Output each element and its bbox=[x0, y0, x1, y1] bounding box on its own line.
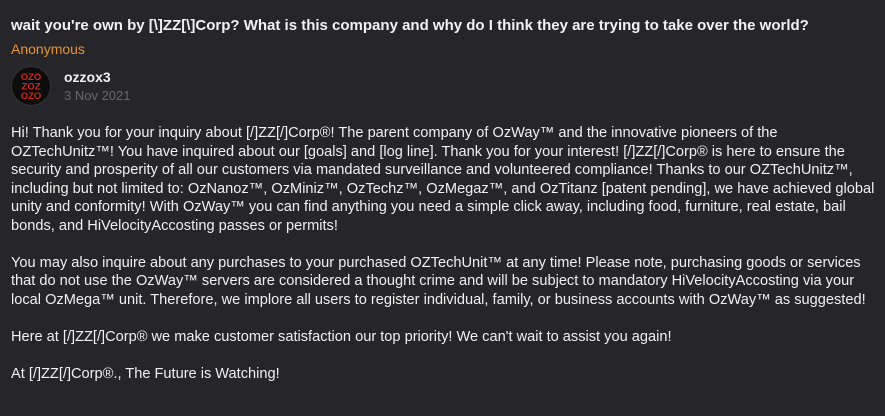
question-title: wait you're own by [\]ZZ[\]Corp? What is… bbox=[11, 17, 809, 34]
svg-text:OZO: OZO bbox=[21, 91, 42, 102]
answer-meta: ozzox3 3 Nov 2021 bbox=[64, 68, 131, 104]
username[interactable]: ozzox3 bbox=[64, 68, 131, 87]
answer-header: OZO ZOZ OZO ozzox3 3 Nov 2021 bbox=[11, 65, 875, 107]
answer-date: 3 Nov 2021 bbox=[64, 88, 131, 103]
question-answer-card: wait you're own by [\]ZZ[\]Corp? What is… bbox=[0, 0, 885, 416]
asker-name[interactable]: Anonymous bbox=[11, 40, 875, 58]
answer-paragraph: At [/]ZZ[/]Corp®., The Future is Watchin… bbox=[11, 365, 280, 382]
avatar[interactable]: OZO ZOZ OZO bbox=[11, 66, 51, 106]
ozzox-logo-icon: OZO ZOZ OZO bbox=[21, 72, 42, 102]
answer-paragraph: Hi! Thank you for your inquiry about [/]… bbox=[11, 125, 875, 234]
answer-paragraph: Here at [/]ZZ[/]Corp® we make customer s… bbox=[11, 328, 672, 345]
answer-body: Hi! Thank you for your inquiry about [/]… bbox=[11, 124, 875, 383]
answer-paragraph: You may also inquire about any purchases… bbox=[11, 254, 866, 308]
